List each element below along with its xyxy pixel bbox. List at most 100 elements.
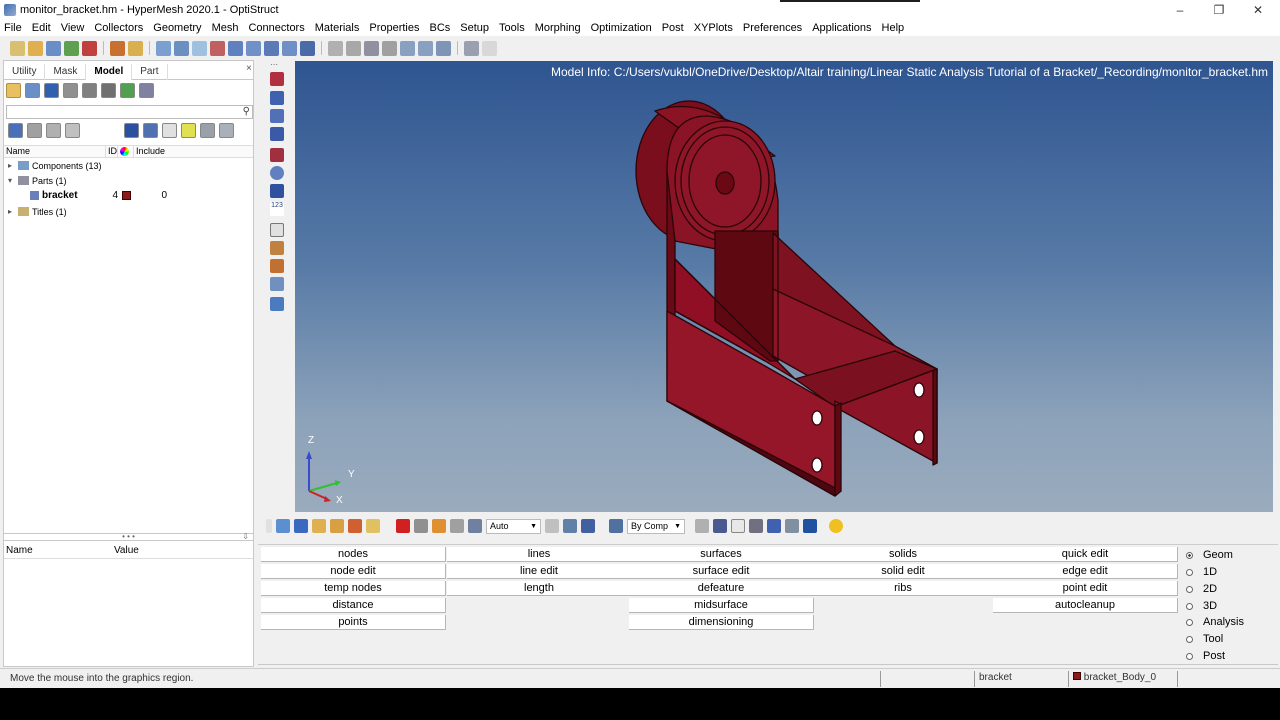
center-icon[interactable] [364, 40, 379, 56]
menu-button-node-edit[interactable]: node edit [261, 564, 446, 579]
settings-icon[interactable] [101, 83, 116, 98]
section-icon[interactable] [767, 519, 781, 533]
eye-off-icon[interactable] [219, 123, 234, 138]
tree-item-titles[interactable]: ▸ Titles (1) [4, 204, 67, 219]
tree-item-parts[interactable]: ▾ Parts (1) [4, 173, 67, 188]
menu-materials[interactable]: Materials [315, 22, 360, 34]
menu-preferences[interactable]: Preferences [743, 22, 802, 34]
show-all-icon[interactable] [432, 519, 446, 533]
menu-mesh[interactable]: Mesh [212, 22, 239, 34]
close-button[interactable]: ✕ [1238, 0, 1278, 20]
mirror-icon[interactable] [785, 519, 799, 533]
isolate-icon[interactable] [65, 123, 80, 138]
component-color-icon[interactable] [270, 148, 284, 162]
graphics-region[interactable]: Model Info: C:/Users/vukbl/OneDrive/Desk… [295, 61, 1273, 512]
layer-icon[interactable] [82, 83, 97, 98]
fit-icon[interactable] [192, 40, 207, 56]
menu-button-ribs[interactable]: ribs [811, 581, 996, 596]
zoom-window-icon[interactable] [328, 40, 343, 56]
menu-geometry[interactable]: Geometry [153, 22, 201, 34]
config-icon[interactable] [139, 83, 154, 98]
screen-icon[interactable] [803, 519, 817, 533]
menu-button-quick-edit[interactable]: quick edit [993, 547, 1178, 562]
tree-item-components[interactable]: ▸ Components (13) [4, 158, 102, 173]
radio-icon[interactable] [1186, 652, 1193, 660]
menu-button-distance[interactable]: distance [261, 598, 446, 613]
annotation-icon[interactable] [270, 259, 284, 273]
menu-setup[interactable]: Setup [460, 22, 489, 34]
page-2d[interactable]: 2D [1186, 581, 1217, 597]
previous-view-icon[interactable] [174, 40, 189, 56]
tree-item-bracket[interactable]: bracket 4 0 [4, 188, 253, 203]
menu-button-surface-edit[interactable]: surface edit [629, 564, 814, 579]
tab-mask[interactable]: Mask [45, 64, 87, 80]
import-icon[interactable] [64, 40, 79, 56]
menu-file[interactable]: File [4, 22, 22, 34]
col-name[interactable]: Name [4, 146, 106, 157]
radio-icon[interactable] [1186, 602, 1193, 610]
menu-button-length[interactable]: length [447, 581, 632, 596]
page-tool[interactable]: Tool [1186, 631, 1223, 647]
page-1d[interactable]: 1D [1186, 564, 1217, 580]
component-folder-icon[interactable] [330, 519, 344, 533]
line-icon[interactable] [731, 519, 745, 533]
panel-splitter[interactable]: • • • ⇩ [4, 533, 253, 541]
pan-icon[interactable] [382, 40, 397, 56]
radio-icon[interactable] [1186, 618, 1193, 626]
zoom-icon[interactable] [156, 40, 171, 56]
menu-button-edge-edit[interactable]: edge edit [993, 564, 1178, 579]
menu-post[interactable]: Post [662, 22, 684, 34]
unmask-icon[interactable] [294, 519, 308, 533]
mesh-display-icon[interactable] [270, 127, 284, 141]
auto-dropdown[interactable]: Auto ▼ [486, 518, 541, 534]
mask-icon[interactable] [276, 519, 290, 533]
menu-collectors[interactable]: Collectors [94, 22, 143, 34]
cursor-icon[interactable] [162, 123, 177, 138]
tab-model[interactable]: Model [86, 64, 133, 80]
col-id[interactable]: ID [106, 146, 118, 157]
menu-button-solid-edit[interactable]: solid edit [811, 564, 996, 579]
menu-bcs[interactable]: BCs [430, 22, 451, 34]
find-icon[interactable] [450, 519, 464, 533]
menu-button-lines[interactable]: lines [447, 547, 632, 562]
radio-icon[interactable] [1186, 568, 1193, 576]
export-icon[interactable] [120, 83, 135, 98]
clip-icon[interactable] [270, 297, 284, 311]
page-post[interactable]: Post [1186, 648, 1225, 664]
shaded-icon[interactable] [143, 123, 158, 138]
component-icon[interactable] [44, 83, 59, 98]
edge-display-icon[interactable] [270, 109, 284, 123]
translate-y-icon[interactable] [418, 40, 433, 56]
view-top-icon[interactable] [210, 40, 225, 56]
hide-icon[interactable] [46, 123, 61, 138]
new-model-icon[interactable] [10, 40, 25, 56]
numbers-icon[interactable]: 123 [270, 202, 284, 216]
tab-part[interactable]: Part [132, 64, 168, 80]
menu-button-line-edit[interactable]: line edit [447, 564, 632, 579]
eye-icon[interactable] [200, 123, 215, 138]
menu-properties[interactable]: Properties [369, 22, 419, 34]
menu-tools[interactable]: Tools [499, 22, 525, 34]
search-input[interactable]: ⚲ [6, 105, 253, 119]
view-left-icon[interactable] [282, 40, 297, 56]
radio-icon[interactable] [1186, 635, 1193, 643]
view-icon[interactable] [563, 519, 577, 533]
folder-icon[interactable] [128, 40, 143, 56]
menu-button-surfaces[interactable]: surfaces [629, 547, 814, 562]
tab-utility[interactable]: Utility [4, 64, 46, 80]
collapse-icon[interactable]: ▾ [4, 176, 14, 185]
menu-edit[interactable]: Edit [32, 22, 51, 34]
page-analysis[interactable]: Analysis [1186, 614, 1244, 630]
arrow-down-icon[interactable] [348, 519, 362, 533]
translate-x-icon[interactable] [400, 40, 415, 56]
menu-button-midsurface[interactable]: midsurface [629, 598, 814, 613]
delete-icon[interactable] [396, 519, 410, 533]
menu-button-point-edit[interactable]: point edit [993, 581, 1178, 596]
highlight-icon[interactable] [181, 123, 196, 138]
expand-icon[interactable]: ▸ [4, 207, 14, 216]
expand-icon[interactable]: ▸ [4, 161, 14, 170]
redo-icon[interactable] [482, 40, 497, 56]
connector-icon[interactable] [270, 184, 284, 198]
menu-xyplots[interactable]: XYPlots [694, 22, 733, 34]
menu-button-solids[interactable]: solids [811, 547, 996, 562]
